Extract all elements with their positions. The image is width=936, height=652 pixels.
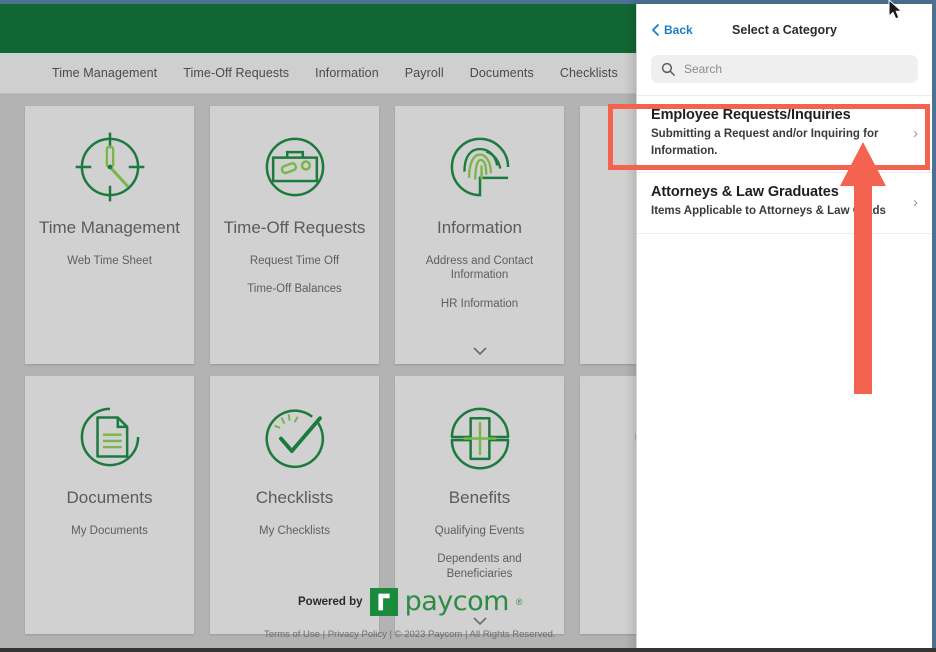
category-name: Attorneys & Law Graduates [651, 184, 839, 201]
chevron-right-icon: › [913, 124, 918, 142]
tile-link[interactable]: My Documents [71, 524, 148, 538]
tile-title: Time Management [38, 218, 181, 237]
nav-item-payroll[interactable]: Payroll [405, 66, 444, 80]
medical-cross-icon [450, 407, 509, 470]
category-name: Employee Requests/Inquiries [651, 107, 851, 123]
checkmark-icon [265, 409, 324, 469]
nav-item-information[interactable]: Information [315, 66, 379, 80]
tile-time-off-requests[interactable]: Time-Off Requests Request Time Off Time-… [210, 106, 379, 364]
tile-links: Address and Contact Information HR Infor… [395, 254, 564, 311]
window-frame-bottom [0, 648, 936, 652]
tile-link[interactable]: Time-Off Balances [247, 282, 342, 296]
chevron-down-icon[interactable] [472, 347, 487, 356]
category-texts: Attorneys & Law Graduates Items Applicab… [651, 184, 913, 220]
search-input[interactable]: Search [651, 55, 918, 83]
select-category-panel: Back Select a Category Search Employee R… [636, 4, 932, 652]
chevron-left-icon [652, 23, 659, 36]
category-description: Submitting a Request and/or Inquiring fo… [651, 128, 879, 157]
clock-icon [75, 132, 144, 202]
briefcase-icon [265, 137, 324, 197]
tile-link[interactable]: Address and Contact Information [405, 254, 554, 283]
fingerprint-icon [450, 137, 509, 197]
search-wrapper: Search [637, 55, 932, 95]
tile-title: Time-Off Requests [223, 218, 366, 237]
nav-item-checklists[interactable]: Checklists [560, 66, 618, 80]
mouse-cursor [888, 0, 903, 20]
tile-title: Information [436, 218, 523, 237]
search-icon [661, 62, 675, 76]
back-label: Back [664, 22, 693, 37]
category-item-attorneys-law-graduates[interactable]: Attorneys & Law Graduates Items Applicab… [637, 173, 932, 235]
category-texts: Employee Requests/Inquiries Submitting a… [651, 107, 913, 159]
nav-item-time-off-requests[interactable]: Time-Off Requests [183, 66, 289, 80]
tile-link[interactable]: Qualifying Events [435, 524, 525, 538]
chevron-right-icon: › [913, 193, 918, 211]
category-description: Items Applicable to Attorneys & Law Grad… [651, 205, 886, 218]
tile-time-management[interactable]: Time Management Web Time Sheet [25, 106, 194, 364]
category-item-employee-requests[interactable]: Employee Requests/Inquiries Submitting a… [637, 96, 932, 174]
window-frame-right [932, 0, 936, 652]
tile-benefits[interactable]: Benefits Qualifying Events Dependents an… [395, 376, 564, 634]
tile-link[interactable]: Request Time Off [250, 254, 339, 268]
tile-links: My Documents [61, 524, 158, 538]
chevron-down-icon[interactable] [472, 617, 487, 626]
tile-link[interactable]: Web Time Sheet [67, 254, 152, 268]
tile-link[interactable]: Dependents and Beneficiaries [405, 552, 554, 581]
document-icon [80, 407, 139, 467]
tile-links: Request Time Off Time-Off Balances [237, 254, 352, 297]
tile-information[interactable]: Information Address and Contact Informat… [395, 106, 564, 364]
tile-title: Documents [66, 488, 153, 507]
category-list: Employee Requests/Inquiries Submitting a… [637, 95, 932, 235]
nav-item-time-management[interactable]: Time Management [52, 66, 157, 80]
tile-title: Benefits [448, 488, 511, 507]
tile-documents[interactable]: Documents My Documents [25, 376, 194, 634]
tile-links: Qualifying Events Dependents and Benefic… [395, 524, 564, 581]
tile-link[interactable]: HR Information [441, 297, 518, 311]
nav-item-documents[interactable]: Documents [470, 66, 534, 80]
tile-links: My Checklists [249, 524, 340, 538]
screen: Time Management Time-Off Requests Inform… [0, 0, 936, 652]
tile-links: Web Time Sheet [57, 254, 162, 268]
tile-title: Checklists [255, 488, 334, 507]
tile-link[interactable]: My Checklists [259, 524, 330, 538]
back-button[interactable]: Back [651, 23, 693, 37]
search-placeholder: Search [684, 62, 723, 76]
tile-checklists[interactable]: Checklists My Checklists [210, 376, 379, 634]
